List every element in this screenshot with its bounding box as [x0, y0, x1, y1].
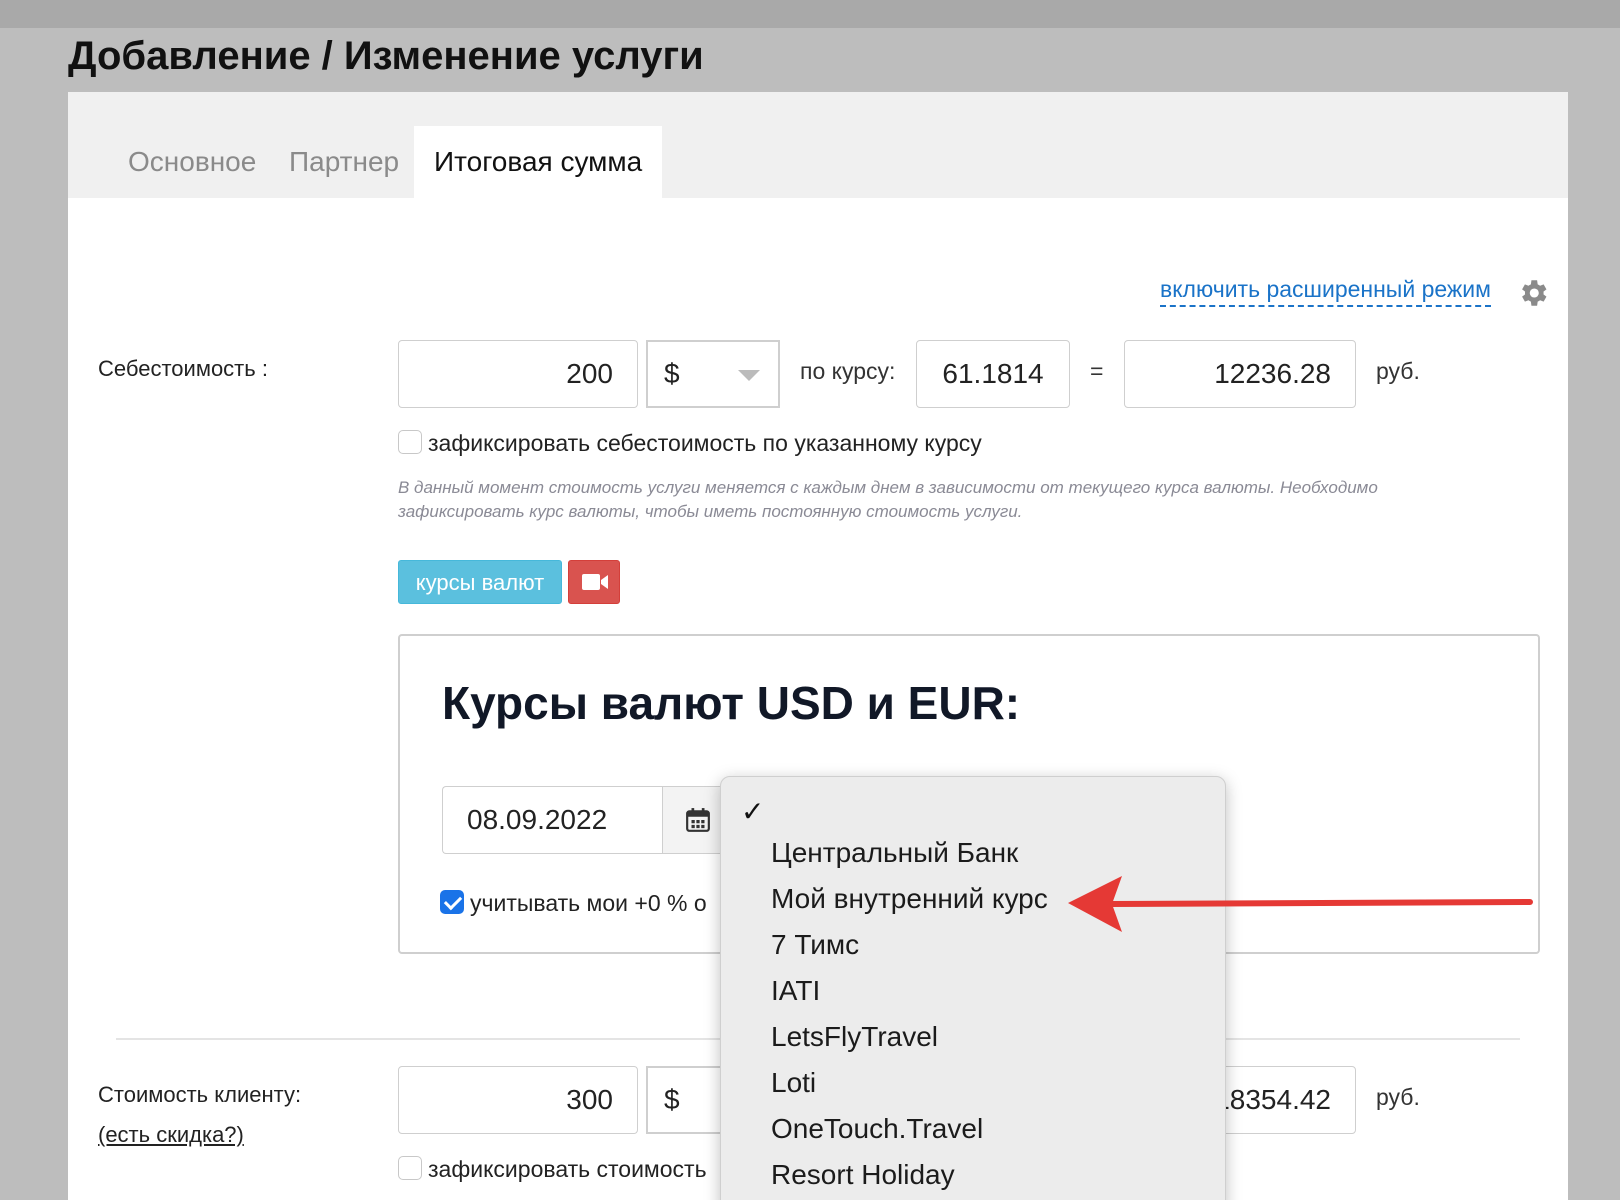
rate-source-dropdown[interactable]: ✓ Центральный Банк Мой внутренний курс 7… — [720, 776, 1226, 1200]
rates-panel-title: Курсы валют USD и EUR: — [442, 677, 1021, 729]
tab-partner[interactable]: Партнер — [269, 126, 419, 198]
dropdown-option[interactable]: Resort Holiday — [771, 1159, 955, 1191]
fix-client-price-checkbox[interactable] — [398, 1156, 422, 1180]
dropdown-option[interactable]: Мой внутренний курс — [771, 883, 1048, 915]
cost-total-input[interactable]: 12236.28 — [1124, 340, 1356, 408]
cost-currency-select[interactable]: $ — [646, 340, 780, 408]
tab-main[interactable]: Основное — [108, 126, 276, 198]
cost-currency-value: $ — [664, 358, 680, 389]
client-currency-value: $ — [664, 1084, 680, 1115]
video-button[interactable] — [568, 560, 620, 604]
rates-date-input[interactable]: 08.09.2022 — [442, 786, 662, 854]
markup-checkbox[interactable] — [440, 890, 464, 914]
tab-total-amount[interactable]: Итоговая сумма — [414, 126, 663, 198]
calendar-icon — [686, 808, 710, 832]
cost-unit: руб. — [1376, 358, 1420, 384]
gear-icon[interactable] — [1516, 276, 1550, 310]
dropdown-option[interactable]: LetsFlyTravel — [771, 1021, 938, 1053]
discount-link[interactable]: (есть скидка?) — [98, 1122, 244, 1148]
cost-amount-input[interactable]: 200 — [398, 340, 638, 408]
cost-label: Себестоимость : — [98, 356, 268, 381]
page-title: Добавление / Изменение услуги — [68, 34, 704, 78]
fix-cost-checkbox[interactable] — [398, 430, 422, 454]
rate-label: по курсу: — [800, 358, 896, 384]
client-amount-input[interactable]: 300 — [398, 1066, 638, 1134]
cost-rate-input[interactable]: 61.1814 — [916, 340, 1070, 408]
markup-label: учитывать мои +0 % о — [470, 890, 707, 916]
dropdown-option[interactable]: IATI — [771, 975, 820, 1007]
hint-text: В данный момент стоимость услуги меняетс… — [398, 478, 1378, 521]
client-price-label: Стоимость клиенту: — [98, 1082, 302, 1107]
video-camera-icon — [582, 574, 608, 590]
chevron-down-icon — [738, 370, 760, 381]
dropdown-option[interactable]: Центральный Банк — [771, 837, 1018, 869]
fix-client-price-label: зафиксировать стоимость — [428, 1156, 707, 1182]
client-unit: руб. — [1376, 1084, 1420, 1110]
dropdown-option[interactable]: 7 Тимс — [771, 929, 859, 961]
dropdown-option[interactable]: Loti — [771, 1067, 816, 1099]
fix-cost-label: зафиксировать себестоимость по указанном… — [428, 430, 982, 456]
checkmark-icon: ✓ — [741, 796, 765, 827]
currency-rates-button[interactable]: курсы валют — [398, 560, 562, 604]
browser-top-strip — [0, 0, 1620, 28]
equals-sign: = — [1090, 358, 1104, 384]
dropdown-option[interactable]: OneTouch.Travel — [771, 1113, 983, 1145]
advanced-mode-link[interactable]: включить расширенный режим — [1160, 276, 1491, 307]
tab-bar: Основное Партнер Итоговая сумма — [68, 92, 1568, 198]
